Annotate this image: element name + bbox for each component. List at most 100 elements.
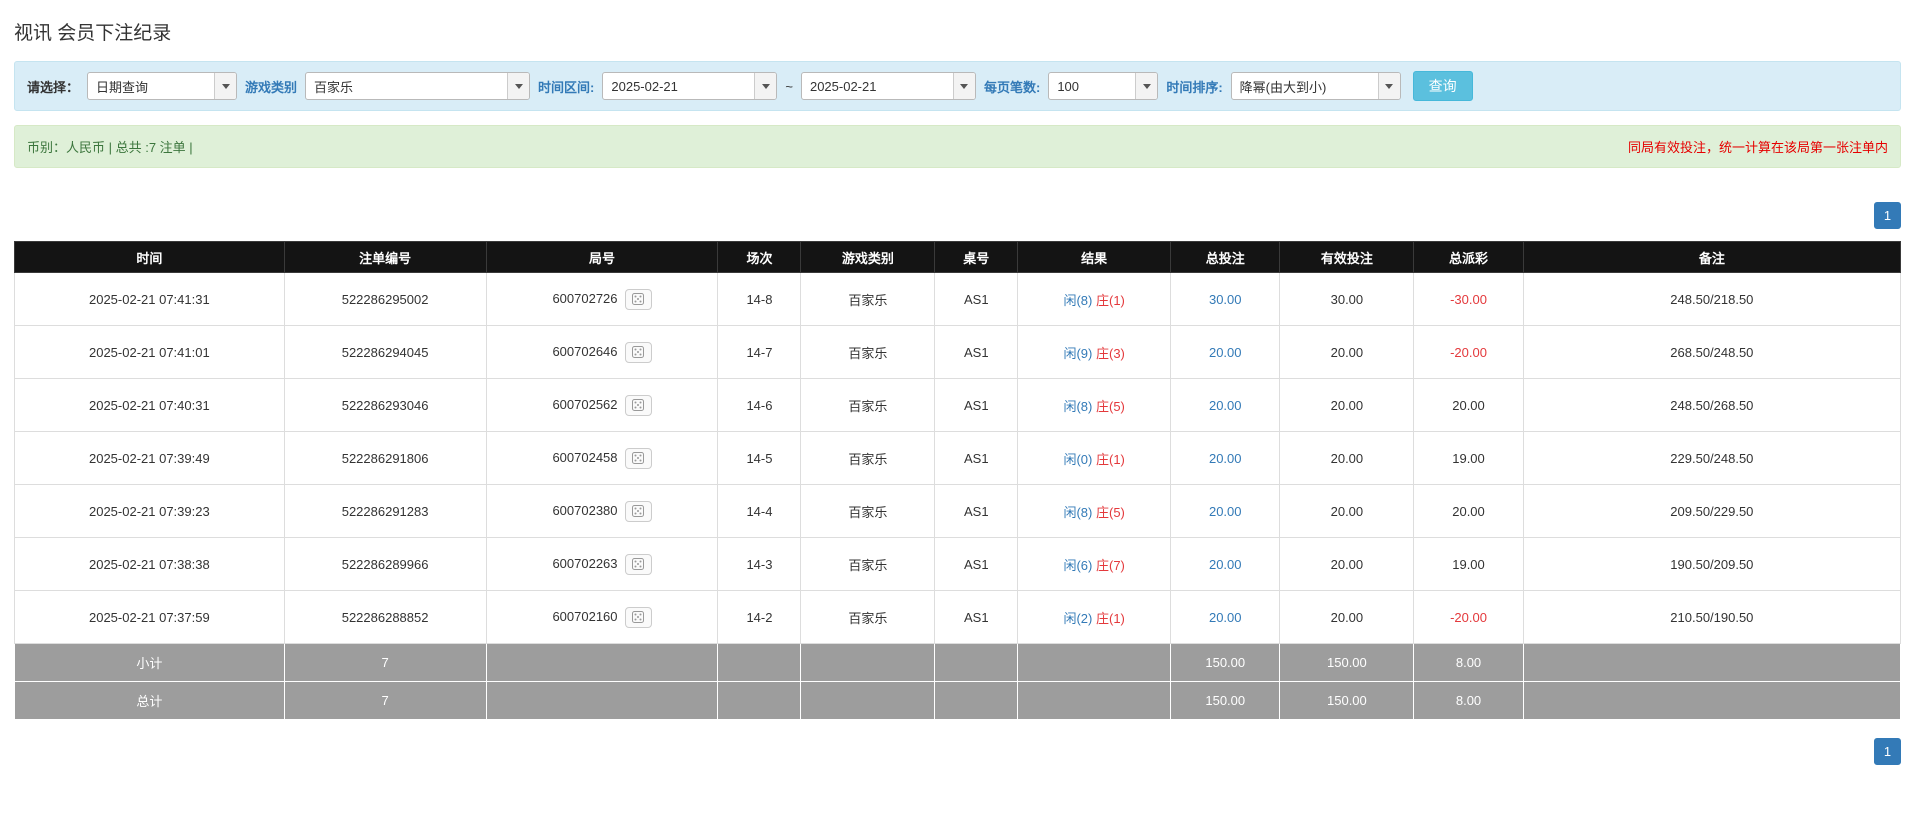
cell-note: 248.50/218.50 xyxy=(1522,272,1902,326)
search-button[interactable]: 查询 xyxy=(1412,71,1473,101)
footer-cell: 8.00 xyxy=(1413,681,1524,720)
date-from-select[interactable]: 2025-02-21 xyxy=(602,72,778,100)
cell-result: 闲(8) 庄(1) xyxy=(1017,272,1172,326)
cell-payout: 19.00 xyxy=(1413,537,1524,591)
total-bet-link[interactable]: 20.00 xyxy=(1209,610,1242,625)
cell-valid-bet: 20.00 xyxy=(1279,590,1415,644)
page-size-label: 每页笔数: xyxy=(983,79,1041,95)
replay-dice-icon[interactable] xyxy=(624,288,652,310)
cell-time: 2025-02-21 07:40:31 xyxy=(14,378,285,432)
total-bet-link[interactable]: 30.00 xyxy=(1209,292,1242,307)
notice-text: 同局有效投注，统一计算在该局第一张注单内 xyxy=(1627,140,1888,155)
total-bet-link[interactable]: 20.00 xyxy=(1209,345,1242,360)
cell-note: 190.50/209.50 xyxy=(1522,537,1902,591)
footer-cell xyxy=(1522,643,1902,682)
query-type-value: 日期查询 xyxy=(96,79,149,95)
cell-table-no: AS1 xyxy=(934,325,1019,379)
game-type-select[interactable]: 百家乐 xyxy=(305,72,531,100)
summary-bar: 币别：人民币 | 总共 :7 注单 | 同局有效投注，统一计算在该局第一张注单内 xyxy=(14,125,1901,168)
column-header: 游戏类别 xyxy=(800,241,936,273)
cell-bet-id: 522286291283 xyxy=(283,484,487,538)
cell-bet-id: 522286294045 xyxy=(283,325,487,379)
cell-table-no: AS1 xyxy=(934,484,1019,538)
total-bet-link[interactable]: 20.00 xyxy=(1209,451,1242,466)
cell-bet-id: 522286291806 xyxy=(283,431,487,485)
cell-time: 2025-02-21 07:38:38 xyxy=(14,537,285,591)
cell-valid-bet: 20.00 xyxy=(1279,537,1415,591)
round-id-text: 600702160 xyxy=(552,608,618,624)
page-1-button[interactable]: 1 xyxy=(1874,202,1901,229)
payout-value: -20.00 xyxy=(1450,344,1487,360)
page-title: 视讯 会员下注纪录 xyxy=(14,23,172,44)
table-header-row: 时间 注单编号 局号 场次 游戏类别 桌号 结果 总投注 有效投注 总派彩 备注 xyxy=(14,241,1902,273)
date-to-select[interactable]: 2025-02-21 xyxy=(800,72,976,100)
replay-dice-icon[interactable] xyxy=(624,447,652,469)
column-header: 备注 xyxy=(1522,241,1902,273)
total-bet-link[interactable]: 20.00 xyxy=(1209,398,1242,413)
replay-dice-icon[interactable] xyxy=(624,606,652,628)
cell-session: 14-8 xyxy=(717,272,802,326)
cell-payout: -20.00 xyxy=(1413,590,1524,644)
cell-game-type: 百家乐 xyxy=(800,484,936,538)
cell-bet-id: 522286293046 xyxy=(283,378,487,432)
total-bet-link[interactable]: 20.00 xyxy=(1209,504,1242,519)
select-label: 请选择： xyxy=(27,79,80,95)
replay-dice-icon[interactable] xyxy=(624,341,652,363)
cell-note: 209.50/229.50 xyxy=(1522,484,1902,538)
table-row: 2025-02-21 07:41:01 522286294045 600702646… xyxy=(14,325,1902,379)
payout-value: 20.00 xyxy=(1452,503,1485,519)
bet-records-table: 时间 注单编号 局号 场次 游戏类别 桌号 结果 总投注 有效投注 总派彩 备注 2025-02-2… xyxy=(14,241,1902,720)
column-header: 场次 xyxy=(717,241,802,273)
footer-cell: 150.00 xyxy=(1279,681,1415,720)
cell-result: 闲(9) 庄(3) xyxy=(1017,325,1172,379)
cell-round-id: 600702263 xyxy=(485,537,719,591)
replay-dice-icon[interactable] xyxy=(624,500,652,522)
total-bet-link[interactable]: 20.00 xyxy=(1209,557,1242,572)
chevron-down-icon[interactable] xyxy=(952,73,975,99)
cell-round-id: 600702380 xyxy=(485,484,719,538)
round-id-text: 600702458 xyxy=(552,449,618,465)
cell-session: 14-2 xyxy=(717,590,802,644)
footer-cell: 小计 xyxy=(14,643,285,682)
result-banker: 庄(1) xyxy=(1095,610,1125,626)
sort-order-value: 降幂(由大到小) xyxy=(1239,79,1327,95)
chevron-down-icon[interactable] xyxy=(507,73,530,99)
footer-cell: 8.00 xyxy=(1413,643,1524,682)
replay-dice-icon[interactable] xyxy=(624,394,652,416)
table-row: 2025-02-21 07:40:31 522286293046 600702562… xyxy=(14,378,1902,432)
result-player: 闲(0) xyxy=(1063,451,1093,467)
replay-dice-icon[interactable] xyxy=(624,553,652,575)
column-header: 桌号 xyxy=(934,241,1019,273)
chevron-down-icon[interactable] xyxy=(1135,73,1158,99)
chevron-down-icon[interactable] xyxy=(1377,73,1400,99)
date-from-value: 2025-02-21 xyxy=(611,78,678,94)
chevron-down-icon[interactable] xyxy=(754,73,777,99)
cell-valid-bet: 20.00 xyxy=(1279,378,1415,432)
cell-note: 229.50/248.50 xyxy=(1522,431,1902,485)
cell-payout: -30.00 xyxy=(1413,272,1524,326)
sort-order-select[interactable]: 降幂(由大到小) xyxy=(1230,72,1401,100)
chevron-down-icon[interactable] xyxy=(214,73,237,99)
query-type-select[interactable]: 日期查询 xyxy=(87,72,238,100)
cell-session: 14-5 xyxy=(717,431,802,485)
footer-cell xyxy=(1017,681,1172,720)
footer-cell xyxy=(800,643,936,682)
cell-game-type: 百家乐 xyxy=(800,272,936,326)
page-size-select[interactable]: 100 xyxy=(1048,72,1159,100)
result-banker: 庄(1) xyxy=(1095,451,1125,467)
cell-total-bet: 20.00 xyxy=(1170,537,1281,591)
cell-session: 14-7 xyxy=(717,325,802,379)
footer-cell xyxy=(800,681,936,720)
column-header: 总投注 xyxy=(1170,241,1281,273)
payout-value: 19.00 xyxy=(1452,556,1485,572)
result-player: 闲(2) xyxy=(1063,610,1093,626)
footer-cell: 150.00 xyxy=(1170,681,1281,720)
table-footer: 小计 7 150.00 150.00 8.00 总计 7 150.00 150.00 8.00 xyxy=(14,643,1902,720)
cell-valid-bet: 20.00 xyxy=(1279,484,1415,538)
range-separator: ~ xyxy=(785,78,793,94)
cell-result: 闲(6) 庄(7) xyxy=(1017,537,1172,591)
cell-table-no: AS1 xyxy=(934,537,1019,591)
payout-value: 20.00 xyxy=(1452,397,1485,413)
page-1-button[interactable]: 1 xyxy=(1874,738,1901,765)
cell-game-type: 百家乐 xyxy=(800,431,936,485)
